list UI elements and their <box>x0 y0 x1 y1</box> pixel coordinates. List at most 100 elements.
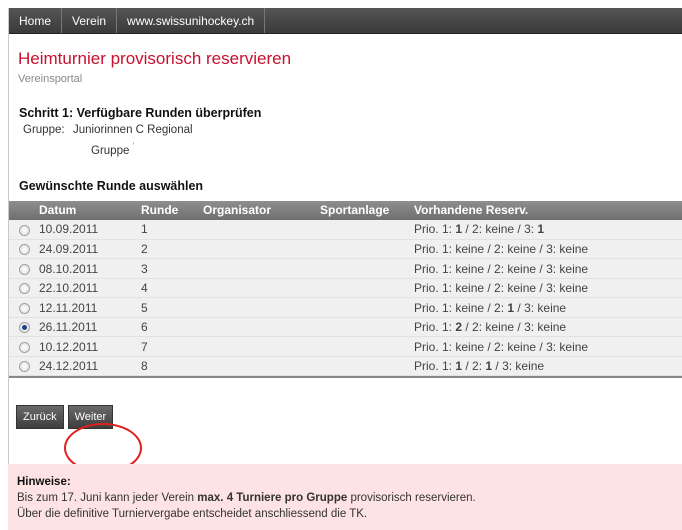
round-cell: 3 <box>141 261 148 276</box>
row-select-cell <box>9 356 39 376</box>
reservation-text: Prio. 1: keine / 2: keine / 3: keine <box>414 339 589 354</box>
round-radio-button[interactable] <box>18 322 30 334</box>
reservation-text: Prio. 1: keine / 2: keine / 3: keine <box>414 261 589 276</box>
group-label: Gruppe: <box>23 124 65 136</box>
notes-line-2: Über die definitive Turniervergabe entsc… <box>17 508 368 520</box>
header-venue: Sportanlage <box>320 203 390 218</box>
table-row[interactable]: 26.11.2011 6 Prio. 1: 2 / 2: keine / 3: ke… <box>9 317 682 337</box>
round-radio-button[interactable] <box>18 341 30 353</box>
organizer-cell <box>203 356 320 376</box>
group-row: Gruppe: Juniorinnen C Regional <box>23 124 682 136</box>
reservations-cell: Prio. 1: keine / 2: keine / 3: keine <box>414 239 682 259</box>
reservation-text: Prio. 1: keine / 2: <box>414 300 508 315</box>
table-row[interactable]: 08.10.2011 3 Prio. 1: keine / 2: keine / 3… <box>9 258 682 279</box>
round-cell: 6 <box>141 320 148 335</box>
table-row[interactable]: 24.12.2011 8 Prio. 1: 1 / 2: 1 / 3: keine <box>9 356 682 376</box>
reservation-text: Prio. 1: keine / 2: keine / 3: keine <box>414 281 589 296</box>
table-row[interactable]: 24.09.2011 2 Prio. 1: keine / 2: keine / 3… <box>9 239 682 259</box>
header-date: Datum <box>39 203 77 218</box>
notes-line-1: Bis zum 17. Juni kann jeder Verein max. … <box>17 490 682 506</box>
round-radio-button[interactable] <box>18 302 30 314</box>
reservation-count: 1 <box>537 222 545 237</box>
row-select-cell <box>9 239 39 259</box>
group-sub-row: Gruppe ' <box>91 141 682 157</box>
round-cell: 1 <box>141 222 148 237</box>
row-select-cell <box>9 337 39 357</box>
page-title: Heimturnier provisorisch reservieren <box>18 49 292 68</box>
row-select-cell <box>9 278 39 298</box>
table-row[interactable]: 10.12.2011 7 Prio. 1: keine / 2: keine / 3… <box>9 336 682 357</box>
reservation-text: Prio. 1: <box>414 320 456 335</box>
date-cell: 12.11.2011 <box>39 300 98 315</box>
row-select-cell <box>9 298 39 318</box>
table-row[interactable]: 12.11.2011 5 Prio. 1: keine / 2: 1 / 3: ke… <box>9 297 682 318</box>
header-organizer: Organisator <box>203 203 272 218</box>
round-cell: 4 <box>141 281 148 296</box>
reservation-text: Prio. 1: <box>414 359 456 374</box>
organizer-cell <box>203 337 320 357</box>
organizer-cell <box>203 259 320 279</box>
notes-line-1-post: provisorisch reservieren. <box>347 492 476 504</box>
reservations-cell: Prio. 1: keine / 2: keine / 3: keine <box>414 337 682 357</box>
date-cell: 10.09.2011 <box>39 222 99 237</box>
reservation-text: / 3: keine <box>514 300 567 315</box>
table-row[interactable]: 10.09.2011 1 Prio. 1: 1 / 2: keine / 3: 1 <box>9 219 682 240</box>
organizer-cell <box>203 317 320 337</box>
rounds-table-body: 10.09.2011 1 Prio. 1: 1 / 2: keine / 3: 12… <box>9 219 682 376</box>
date-cell: 26.11.2011 <box>39 320 98 335</box>
reservations-cell: Prio. 1: keine / 2: keine / 3: keine <box>414 278 682 298</box>
group-sub-mark: ' <box>132 141 135 151</box>
reservation-text: / 3: keine <box>492 359 545 374</box>
round-radio-button[interactable] <box>18 361 30 373</box>
table-row[interactable]: 22.10.2011 4 Prio. 1: keine / 2: keine / 3… <box>9 278 682 298</box>
round-cell: 7 <box>141 339 148 354</box>
date-cell: 22.10.2011 <box>39 281 99 296</box>
reservation-text: / 2: <box>462 359 486 374</box>
top-nav: Home Verein www.swissunihockey.ch <box>9 8 682 34</box>
venue-cell <box>320 278 414 298</box>
round-cell: 5 <box>141 300 148 315</box>
date-cell: 08.10.2011 <box>39 261 99 276</box>
nav-swissunihockey-link[interactable]: www.swissunihockey.ch <box>117 8 266 33</box>
date-cell: 24.12.2011 <box>39 359 99 374</box>
row-select-cell <box>9 317 39 337</box>
header-reservations: Vorhandene Reserv. <box>414 203 529 218</box>
round-radio-button[interactable] <box>18 263 30 275</box>
round-cell: 2 <box>141 242 148 257</box>
round-radio-button[interactable] <box>18 244 30 256</box>
venue-cell <box>320 259 414 279</box>
reservations-cell: Prio. 1: 1 / 2: keine / 3: 1 <box>414 220 682 240</box>
reservation-text: / 2: keine / 3: keine <box>462 320 567 335</box>
rounds-heading: Gewünschte Runde auswählen <box>19 178 204 193</box>
venue-cell <box>320 220 414 240</box>
organizer-cell <box>203 298 320 318</box>
header-select <box>9 201 39 220</box>
organizer-cell <box>203 278 320 298</box>
row-select-cell <box>9 220 39 240</box>
group-sub-label: Gruppe <box>91 144 130 157</box>
back-button[interactable]: Zurück <box>16 405 64 430</box>
reservations-cell: Prio. 1: 1 / 2: 1 / 3: keine <box>414 356 682 376</box>
venue-cell <box>320 317 414 337</box>
venue-cell <box>320 239 414 259</box>
header-round: Runde <box>141 203 179 218</box>
round-radio-button[interactable] <box>18 283 30 295</box>
reservations-cell: Prio. 1: 2 / 2: keine / 3: keine <box>414 317 682 337</box>
notes-line-1-bold: max. 4 Turniere pro Gruppe <box>197 492 348 504</box>
organizer-cell <box>203 239 320 259</box>
page-subtitle: Vereinsportal <box>18 73 83 85</box>
organizer-cell <box>203 220 320 240</box>
reservation-text: Prio. 1: <box>414 222 456 237</box>
reservation-text: / 2: keine / 3: <box>462 222 538 237</box>
reservations-cell: Prio. 1: keine / 2: keine / 3: keine <box>414 259 682 279</box>
table-header-row: Datum Runde Organisator Sportanlage Vorh… <box>9 200 682 220</box>
venue-cell <box>320 337 414 357</box>
notes-line-1-pre: Bis zum 17. Juni kann jeder Verein <box>17 492 198 504</box>
row-select-cell <box>9 259 39 279</box>
nav-verein-link[interactable]: Verein <box>62 8 118 33</box>
round-cell: 8 <box>141 359 148 374</box>
table-bottom-rule <box>9 376 682 379</box>
nav-home-link[interactable]: Home <box>9 8 63 33</box>
round-radio-button[interactable] <box>18 224 30 236</box>
date-cell: 24.09.2011 <box>39 242 99 257</box>
